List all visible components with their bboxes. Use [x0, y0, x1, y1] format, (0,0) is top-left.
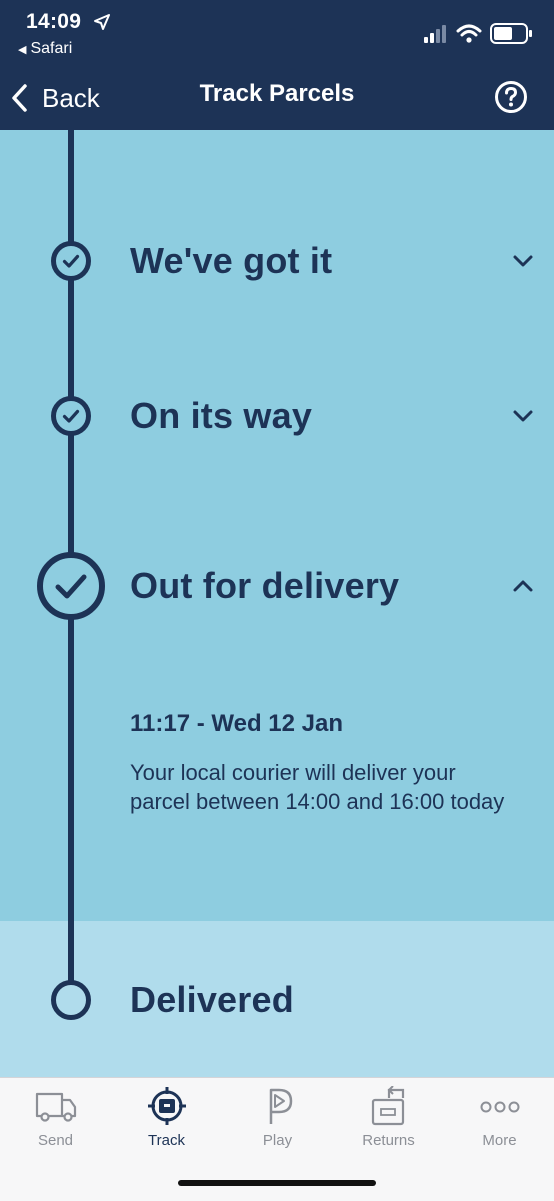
stage-row-got-it[interactable]: We've got it — [130, 236, 534, 286]
tab-track[interactable]: Track — [111, 1086, 222, 1156]
tracking-timeline: We've got it On its way Out for delivery… — [0, 130, 554, 1077]
tab-send[interactable]: Send — [0, 1086, 111, 1156]
stage-complete-check-icon — [51, 396, 91, 436]
tab-label: Play — [262, 1132, 293, 1149]
return-app-label: Safari — [30, 40, 73, 57]
stage-current-check-icon — [37, 552, 105, 620]
chevron-down-icon — [513, 255, 533, 267]
stage-row-delivered: Delivered — [130, 975, 534, 1025]
track-target-icon — [147, 1087, 186, 1125]
battery-icon — [490, 23, 532, 44]
chevron-up-icon — [513, 580, 533, 592]
returns-box-icon — [371, 1086, 404, 1126]
stage-row-on-its-way[interactable]: On its way — [130, 391, 534, 441]
event-timestamp: 11:17 - Wed 12 Jan — [130, 710, 343, 737]
back-triangle-icon: ◀ — [18, 44, 27, 56]
status-icons — [424, 23, 532, 44]
stage-row-out-for-delivery[interactable]: Out for delivery — [130, 561, 534, 611]
home-indicator[interactable] — [178, 1180, 376, 1186]
tab-play[interactable]: Play — [222, 1086, 333, 1156]
page-title: Track Parcels — [199, 80, 355, 107]
stage-title: On its way — [130, 395, 313, 436]
van-icon — [35, 1092, 76, 1122]
stage-pending-circle-icon — [51, 980, 91, 1020]
tab-returns[interactable]: Returns — [333, 1086, 444, 1156]
stage-complete-check-icon — [51, 241, 91, 281]
more-dots-icon — [480, 1101, 519, 1113]
wifi-icon — [456, 24, 482, 43]
location-arrow-icon — [94, 14, 110, 30]
chevron-down-icon — [513, 410, 533, 422]
status-time: 14:09 — [26, 10, 82, 33]
stage-title: Delivered — [130, 979, 294, 1020]
stage-title: Out for delivery — [130, 565, 400, 606]
signal-icon — [424, 25, 446, 43]
play-p-icon — [269, 1088, 292, 1124]
stage-title: We've got it — [130, 240, 333, 281]
tab-label: Send — [37, 1132, 74, 1149]
return-to-app-link[interactable]: ◀ Safari — [18, 40, 72, 58]
tab-label: Returns — [362, 1132, 415, 1149]
event-description: Your local courier will deliver your par… — [130, 760, 505, 814]
tab-label: More — [482, 1132, 517, 1149]
tab-label: Track — [148, 1132, 185, 1149]
app-header: 14:09 ◀ Safari Back Track Parcels — [0, 0, 554, 130]
tab-more[interactable]: More — [444, 1086, 554, 1156]
help-icon[interactable] — [494, 80, 528, 114]
